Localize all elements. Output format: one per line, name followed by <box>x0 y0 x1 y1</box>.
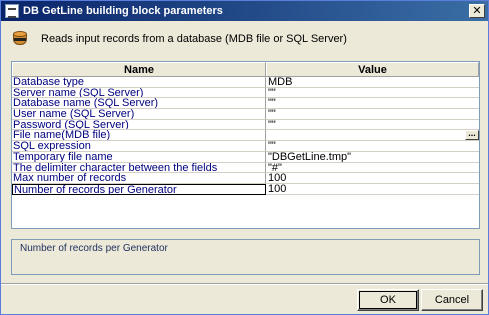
param-value[interactable]: "" <box>266 88 479 99</box>
grid-row[interactable]: Database name (SQL Server) "" <box>12 98 479 110</box>
param-name: SQL expression <box>12 141 266 152</box>
param-name: File name(MDB file) <box>12 130 266 142</box>
grid-row[interactable]: Password (SQL Server) "" <box>12 119 479 131</box>
param-value[interactable]: "#" <box>266 163 479 174</box>
grid-row[interactable]: Max number of records 100 <box>12 173 479 184</box>
param-value[interactable]: 100 <box>266 173 479 184</box>
parameter-grid: Name Value Database type MDB Server name… <box>11 61 480 229</box>
param-name: Database name (SQL Server) <box>12 98 266 110</box>
param-value[interactable]: "DBGetLine.tmp" <box>266 152 479 163</box>
grid-header: Name Value <box>12 62 479 77</box>
window-title: DB GetLine building block parameters <box>23 5 223 17</box>
param-name: Max number of records <box>12 173 266 184</box>
app-icon <box>5 4 19 18</box>
grid-row[interactable]: SQL expression "" <box>12 141 479 152</box>
grid-row[interactable]: User name (SQL Server) "" <box>12 109 479 120</box>
param-value[interactable]: ... <box>266 130 479 142</box>
grid-row-selected[interactable]: Number of records per Generator 100 <box>12 183 479 195</box>
param-value[interactable]: "" <box>266 98 479 110</box>
cancel-button[interactable]: Cancel <box>421 289 483 311</box>
param-value[interactable]: "" <box>266 109 479 120</box>
grid-row[interactable]: The delimiter character between the fiel… <box>12 162 479 174</box>
param-name: Server name (SQL Server) <box>12 87 266 99</box>
header-description: Reads input records from a database (MDB… <box>41 33 347 45</box>
param-name: Temporary file name <box>12 151 266 163</box>
browse-button[interactable]: ... <box>465 130 479 141</box>
column-header-name[interactable]: Name <box>12 62 266 76</box>
dialog-window: DB GetLine building block parameters ✕ R… <box>0 0 489 315</box>
column-header-value[interactable]: Value <box>266 62 479 76</box>
param-value[interactable]: "" <box>266 141 479 152</box>
close-button[interactable]: ✕ <box>469 4 485 18</box>
grid-row[interactable]: Server name (SQL Server) "" <box>12 87 479 99</box>
description-panel: Number of records per Generator <box>11 239 480 275</box>
param-name: Password (SQL Server) <box>12 119 266 131</box>
ok-button[interactable]: OK <box>357 289 419 311</box>
grid-row[interactable]: File name(MDB file) ... <box>12 130 479 142</box>
param-value[interactable]: "" <box>266 120 479 131</box>
description-text: Number of records per Generator <box>20 243 168 254</box>
param-name: Number of records per Generator <box>12 183 266 195</box>
param-name: User name (SQL Server) <box>12 109 266 120</box>
param-name: The delimiter character between the fiel… <box>12 162 266 174</box>
param-name: Database type <box>12 77 266 88</box>
title-bar[interactable]: DB GetLine building block parameters ✕ <box>1 1 488 21</box>
footer-divider <box>1 283 488 285</box>
grid-row[interactable]: Database type MDB <box>12 77 479 88</box>
param-value[interactable]: 100 <box>266 184 479 195</box>
grid-row[interactable]: Temporary file name "DBGetLine.tmp" <box>12 151 479 163</box>
database-icon <box>11 30 29 48</box>
param-value[interactable]: MDB <box>266 77 479 88</box>
header: Reads input records from a database (MDB… <box>11 27 481 51</box>
